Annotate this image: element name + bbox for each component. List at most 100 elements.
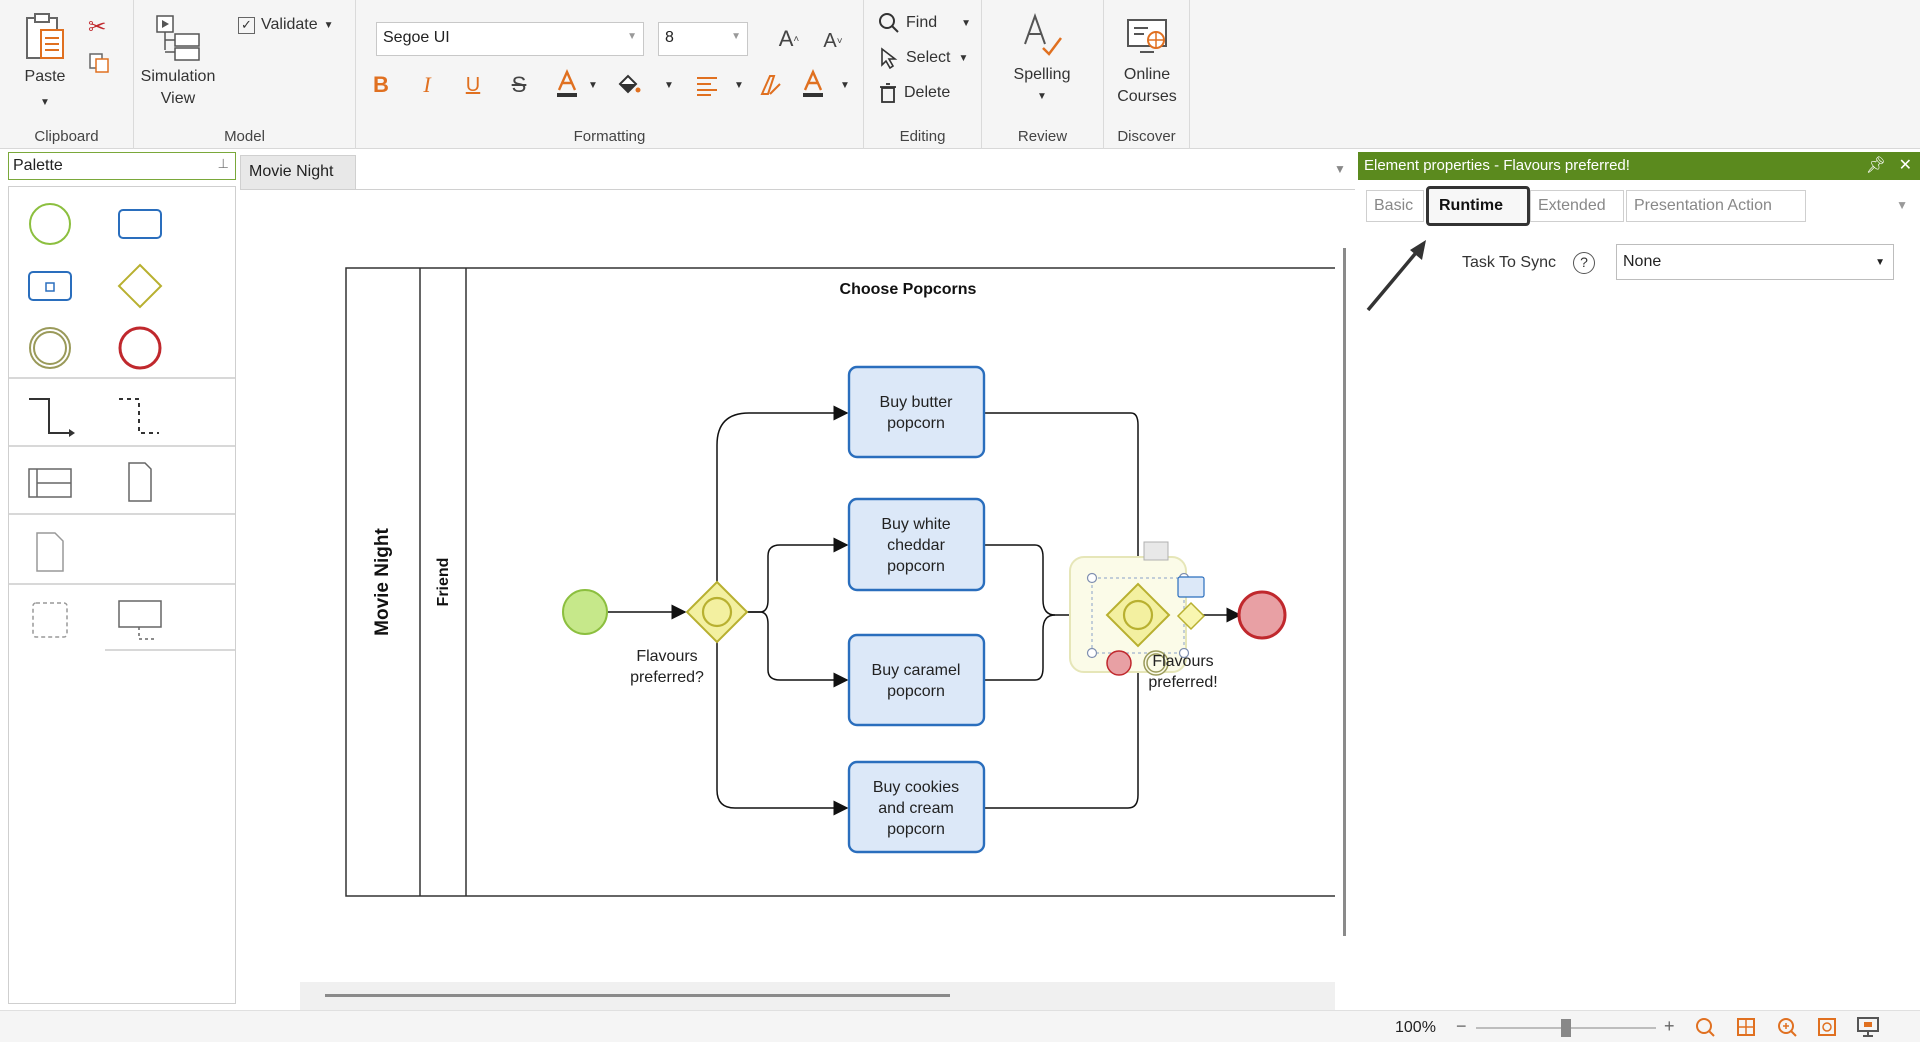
paste-dropdown-icon[interactable]: ▼ (18, 92, 72, 114)
validate-button[interactable]: ✓ Validate ▼ (238, 12, 334, 38)
fit-page-icon[interactable] (1735, 1016, 1757, 1038)
status-bar: 100% − + (0, 1010, 1920, 1042)
resize-handle[interactable] (1086, 572, 1098, 584)
task-tool-icon[interactable] (115, 199, 165, 249)
validate-check-icon: ✓ (238, 16, 255, 34)
online-courses-button[interactable]: Online Courses (1104, 14, 1190, 108)
tab-runtime[interactable]: Runtime (1426, 186, 1530, 226)
cut-icon[interactable]: ✂ (88, 14, 106, 40)
help-icon[interactable]: ? (1573, 252, 1595, 274)
text-color-button[interactable] (798, 68, 828, 98)
task-buy-butter[interactable]: Buy butter popcorn (847, 365, 986, 459)
palette-panel: Palette ⊥ (4, 152, 236, 1004)
data-object-tool-icon[interactable] (115, 457, 165, 507)
task-label: cheddar (887, 537, 945, 554)
horizontal-scrollbar[interactable] (325, 994, 950, 997)
clear-format-button[interactable] (756, 70, 786, 100)
bold-button[interactable]: B (366, 70, 396, 100)
paste-button[interactable]: Paste ▼ (18, 12, 72, 114)
font-family-select[interactable]: Segoe UI ▼ (376, 22, 644, 56)
find-button[interactable]: Find ▼ (878, 10, 971, 36)
tab-extended[interactable]: Extended (1530, 190, 1624, 222)
align-icon (697, 77, 717, 96)
zoom-to-fit-icon[interactable] (1694, 1016, 1716, 1038)
task-to-sync-value: None (1623, 253, 1662, 270)
close-icon[interactable]: ✕ (1899, 155, 1912, 175)
font-size-select[interactable]: 8 ▼ (658, 22, 748, 56)
resize-handle[interactable] (1086, 647, 1098, 659)
task-buy-cookies-cream[interactable]: Buy cookies and cream popcorn (847, 760, 986, 854)
font-color-dropdown-icon[interactable]: ▼ (588, 80, 598, 91)
select-dropdown-icon[interactable]: ▼ (958, 53, 968, 64)
start-event[interactable] (562, 589, 608, 635)
zoom-in-magnifier-icon[interactable] (1776, 1016, 1798, 1038)
lane-label: Friend (435, 558, 452, 607)
task-to-sync-select[interactable]: None ▼ (1616, 244, 1894, 280)
font-color-button[interactable] (552, 68, 582, 98)
pin-icon[interactable]: ⊥ (218, 156, 229, 172)
online-courses-label-2: Courses (1117, 88, 1177, 105)
task-label: Buy white (881, 516, 950, 533)
pool-label: Movie Night (372, 527, 393, 635)
tabs-dropdown-icon[interactable]: ▼ (1896, 198, 1908, 212)
chevron-down-icon[interactable]: ▼ (1334, 162, 1346, 176)
align-button[interactable] (692, 70, 722, 100)
simulation-view-label-2: View (160, 90, 196, 107)
annotation-tool-icon[interactable] (115, 595, 165, 645)
quick-add-end-event-icon[interactable] (1106, 650, 1132, 676)
clear-format-icon (760, 75, 781, 95)
simulation-view-button[interactable]: Simulation View (134, 12, 222, 110)
pool-tool-icon[interactable] (25, 457, 75, 507)
message-flow-tool-icon[interactable] (115, 391, 165, 441)
end-event[interactable] (1237, 590, 1287, 640)
simulation-view-label-1: Simulation (140, 68, 216, 85)
tab-presentation-action[interactable]: Presentation Action (1626, 190, 1806, 222)
underline-button[interactable]: U (458, 70, 488, 100)
select-button[interactable]: Select ▼ (878, 45, 968, 71)
italic-button[interactable]: I (412, 70, 442, 100)
zoom-slider-thumb[interactable] (1561, 1019, 1571, 1037)
sequence-flow-tool-icon[interactable] (25, 391, 75, 441)
zoom-in-icon[interactable]: + (1664, 1016, 1675, 1037)
task-label: popcorn (887, 683, 945, 700)
actual-size-icon[interactable] (1816, 1016, 1838, 1038)
subprocess-title: Choose Popcorns (840, 281, 977, 298)
palette-divider (105, 649, 235, 651)
tab-basic[interactable]: Basic (1366, 190, 1424, 222)
vertical-scrollbar[interactable] (1343, 248, 1346, 936)
task-label: and cream (878, 800, 954, 817)
select-label: Select (906, 49, 951, 66)
diagram-canvas[interactable]: Movie Night Friend Choose Popcorns Flavo… (240, 190, 1341, 982)
grow-font-button[interactable]: A ˄ (774, 24, 804, 54)
task-buy-white-cheddar[interactable]: Buy white cheddar popcorn (847, 497, 986, 592)
copy-icon[interactable] (88, 52, 110, 74)
fill-color-dropdown-icon[interactable]: ▼ (664, 80, 674, 91)
model-group: Simulation View ✓ Validate ▼ Model (134, 0, 356, 149)
delete-button[interactable]: Delete (878, 80, 950, 106)
find-dropdown-icon[interactable]: ▼ (961, 18, 971, 29)
spelling-dropdown-icon[interactable]: ▼ (992, 86, 1092, 108)
group-tool-icon[interactable] (25, 595, 75, 645)
subprocess-tool-icon[interactable] (25, 261, 75, 311)
validate-dropdown-icon[interactable]: ▼ (324, 20, 334, 31)
strikethrough-button[interactable]: S (504, 70, 534, 100)
align-dropdown-icon[interactable]: ▼ (734, 80, 744, 91)
text-color-dropdown-icon[interactable]: ▼ (840, 80, 850, 91)
end-event-tool-icon[interactable] (115, 323, 165, 373)
zoom-out-icon[interactable]: − (1456, 1016, 1467, 1037)
intermediate-event-tool-icon[interactable] (25, 323, 75, 373)
start-event-tool-icon[interactable] (25, 199, 75, 249)
quick-add-task-icon[interactable] (1177, 576, 1205, 598)
tab-movie-night[interactable]: Movie Night (240, 155, 356, 189)
presentation-icon[interactable] (1856, 1016, 1880, 1038)
task-buy-caramel[interactable]: Buy caramel popcorn (847, 633, 986, 727)
pin-icon[interactable]: 📌︎ (1866, 155, 1886, 175)
document-tool-icon[interactable] (25, 527, 75, 577)
quick-add-annotation-icon[interactable] (1143, 541, 1169, 561)
gateway-tool-icon[interactable] (115, 261, 165, 311)
fill-color-button[interactable] (614, 70, 644, 100)
tab-movie-night-label: Movie Night (249, 163, 334, 180)
shrink-font-button[interactable]: A ˅ (818, 26, 848, 56)
spelling-button[interactable]: Spelling ▼ (992, 10, 1092, 108)
editing-group: Find ▼ Select ▼ Delete Editing (864, 0, 982, 149)
